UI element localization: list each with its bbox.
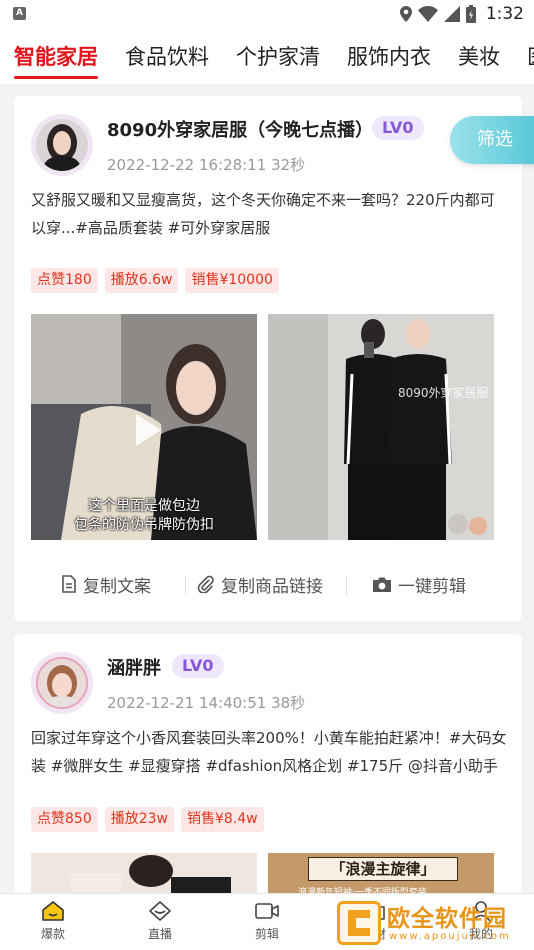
feed[interactable]: 8090外穿家居服（今晚七点播） LV0 2022-12-22 16:28:11… bbox=[0, 84, 534, 893]
wifi-icon bbox=[417, 6, 438, 22]
likes-tag: 点赞180 bbox=[31, 268, 98, 293]
divider bbox=[346, 576, 347, 594]
nav-label: 直播 bbox=[147, 927, 172, 941]
filter-button[interactable]: 筛选 bbox=[450, 116, 534, 164]
tab-personal-care[interactable]: 个护家清 bbox=[236, 41, 320, 71]
plays-tag: 播放23w bbox=[104, 807, 174, 832]
home-icon bbox=[42, 901, 64, 921]
quick-edit-label: 一键剪辑 bbox=[398, 576, 466, 597]
poster-name[interactable]: 涵胖胖 bbox=[107, 654, 161, 680]
post-photo[interactable]: 这个里面是做包边 包条的防伪吊牌防伪扣 bbox=[31, 314, 257, 540]
post-time: 2022-12-22 16:28:11 32秒 bbox=[107, 156, 306, 174]
nav-label: 爆款 bbox=[40, 927, 65, 941]
nav-hot[interactable]: 爆款 bbox=[23, 900, 83, 942]
copy-link-button[interactable]: 复制商品链接 bbox=[197, 568, 323, 600]
diamond-icon bbox=[149, 901, 171, 921]
signal-icon bbox=[443, 6, 460, 22]
video-camera-icon bbox=[255, 903, 279, 919]
sales-tag: 销售¥10000 bbox=[185, 268, 279, 293]
tab-medical[interactable]: 医 bbox=[527, 41, 534, 71]
status-icons: 1:32 bbox=[399, 4, 524, 24]
post-photo[interactable]: 8090外穿家居服 bbox=[268, 314, 494, 540]
photo-watermark: 8090外穿家居服 bbox=[398, 386, 489, 400]
stats-tags: 点赞180 播放6.6w 销售¥10000 bbox=[31, 268, 279, 293]
photo-caption: 这个里面是做包边 bbox=[88, 498, 200, 514]
watermark-logo bbox=[337, 901, 381, 945]
photo-banner: 「浪漫主旋律」 bbox=[308, 857, 458, 881]
likes-tag: 点赞850 bbox=[31, 807, 98, 832]
watermark-url: www.apoujun.com bbox=[389, 931, 511, 942]
tab-food-drinks[interactable]: 食品饮料 bbox=[125, 41, 209, 71]
active-tab-indicator bbox=[14, 76, 98, 79]
nav-edit[interactable]: 剪辑 bbox=[237, 900, 297, 942]
nav-live[interactable]: 直播 bbox=[130, 900, 190, 942]
notification-icon: A bbox=[13, 7, 26, 20]
status-bar: A 1:32 bbox=[0, 0, 534, 30]
paperclip-icon bbox=[197, 575, 214, 593]
site-watermark: 欧全软件园 www.apoujun.com bbox=[337, 895, 530, 948]
camera-icon bbox=[373, 577, 391, 592]
post-photo[interactable]: 「浪漫主旋律」 浪漫新年短袖·一季不同版型套装 bbox=[268, 853, 494, 893]
copy-link-label: 复制商品链接 bbox=[221, 576, 323, 597]
post-text: 回家过年穿这个小香风套装回头率200%！小黄车能拍赶紧冲！#大码女装 #微胖女生… bbox=[31, 729, 507, 775]
post-actions: 复制文案 复制商品链接 一键剪辑 bbox=[14, 568, 522, 600]
divider bbox=[185, 576, 186, 594]
post-text: 又舒服又暖和又显瘦高货，这个冬天你确定不来一套吗？220斤内都可以穿...#高品… bbox=[31, 191, 495, 237]
tab-smart-home[interactable]: 智能家居 bbox=[14, 41, 98, 71]
level-badge: LV0 bbox=[172, 654, 224, 678]
quick-edit-button[interactable]: 一键剪辑 bbox=[372, 568, 466, 600]
location-icon bbox=[399, 6, 412, 22]
level-badge: LV0 bbox=[372, 116, 424, 140]
category-tabs: 智能家居 食品饮料 个护家清 服饰内衣 美妆 医 bbox=[0, 30, 534, 84]
photo-subtitle: 浪漫新年短袖·一季不同版型套装 bbox=[298, 888, 427, 893]
copy-text-label: 复制文案 bbox=[83, 576, 151, 597]
stats-tags: 点赞850 播放23w 销售¥8.4w bbox=[31, 807, 264, 832]
document-icon bbox=[62, 575, 76, 593]
poster-name[interactable]: 8090外穿家居服（今晚七点播） bbox=[107, 116, 373, 142]
post-photo[interactable] bbox=[31, 853, 257, 893]
photo-caption: 包条的防伪吊牌防伪扣 bbox=[74, 517, 214, 533]
post-time: 2022-12-21 14:40:51 38秒 bbox=[107, 694, 306, 712]
tab-apparel[interactable]: 服饰内衣 bbox=[347, 41, 431, 71]
nav-label: 剪辑 bbox=[254, 927, 279, 941]
plays-tag: 播放6.6w bbox=[104, 268, 179, 293]
battery-icon bbox=[465, 5, 476, 23]
watermark-text: 欧全软件园 bbox=[387, 906, 507, 932]
copy-text-button[interactable]: 复制文案 bbox=[61, 568, 151, 600]
sales-tag: 销售¥8.4w bbox=[181, 807, 264, 832]
tab-makeup[interactable]: 美妆 bbox=[458, 41, 500, 71]
avatar[interactable] bbox=[31, 114, 93, 176]
post-card: 8090外穿家居服（今晚七点播） LV0 2022-12-22 16:28:11… bbox=[14, 96, 522, 621]
avatar[interactable] bbox=[31, 652, 93, 714]
clock: 1:32 bbox=[485, 4, 524, 24]
post-card: 涵胖胖 LV0 2022-12-21 14:40:51 38秒 回家过年穿这个小… bbox=[14, 634, 522, 893]
